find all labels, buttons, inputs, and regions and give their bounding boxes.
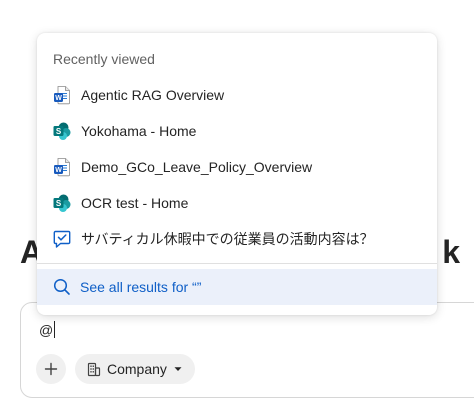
list-item-ocr-test-home[interactable]: S OCR test - Home bbox=[37, 185, 437, 221]
scope-dropdown[interactable]: Company bbox=[75, 354, 195, 384]
mention-popup: Recently viewed W Agentic RAG Overview S… bbox=[37, 33, 437, 315]
popup-header: Recently viewed bbox=[53, 51, 155, 67]
list-item-label: Demo_GCo_Leave_Policy_Overview bbox=[81, 159, 313, 175]
composer-input[interactable]: @ bbox=[39, 321, 56, 338]
scope-label: Company bbox=[107, 361, 167, 377]
svg-text:W: W bbox=[55, 167, 62, 174]
building-icon bbox=[87, 362, 101, 376]
list-item-label: サバティカル休暇中での従業員の活動内容は？ bbox=[81, 231, 374, 247]
svg-text:W: W bbox=[55, 95, 62, 102]
list-item-sabbatical-question[interactable]: サバティカル休暇中での従業員の活動内容は？ bbox=[37, 221, 437, 257]
svg-text:S: S bbox=[56, 199, 62, 208]
popup-divider bbox=[37, 263, 437, 264]
word-doc-icon: W bbox=[52, 157, 72, 177]
page-heading-end: k bbox=[442, 233, 460, 270]
list-item-yokohama-home[interactable]: S Yokohama - Home bbox=[37, 113, 437, 149]
plus-icon bbox=[44, 362, 58, 376]
search-icon bbox=[53, 278, 70, 295]
see-all-label: See all results for “” bbox=[80, 279, 202, 295]
word-doc-icon: W bbox=[52, 85, 72, 105]
caret-down-icon bbox=[174, 367, 182, 371]
recent-list: W Agentic RAG Overview S Yokohama - Home bbox=[37, 77, 437, 257]
composer-toolbar: Company bbox=[36, 354, 195, 384]
svg-text:S: S bbox=[56, 127, 62, 136]
add-button[interactable] bbox=[36, 354, 66, 384]
text-caret bbox=[54, 321, 56, 338]
list-item-leave-policy[interactable]: W Demo_GCo_Leave_Policy_Overview bbox=[37, 149, 437, 185]
list-item-label: OCR test - Home bbox=[81, 195, 189, 211]
sharepoint-icon: S bbox=[52, 121, 72, 141]
chat-composer[interactable]: @ Company bbox=[20, 302, 474, 398]
copilot-screen: A k @ Company Recently viewed W Agentic … bbox=[0, 0, 474, 416]
task-chat-icon bbox=[52, 229, 72, 249]
list-item-label: Agentic RAG Overview bbox=[81, 87, 225, 103]
list-item-agentic-rag[interactable]: W Agentic RAG Overview bbox=[37, 77, 437, 113]
list-item-label: Yokohama - Home bbox=[81, 123, 197, 139]
composer-input-value: @ bbox=[39, 321, 54, 338]
see-all-results-button[interactable]: See all results for “” bbox=[37, 269, 437, 305]
sharepoint-icon: S bbox=[52, 193, 72, 213]
